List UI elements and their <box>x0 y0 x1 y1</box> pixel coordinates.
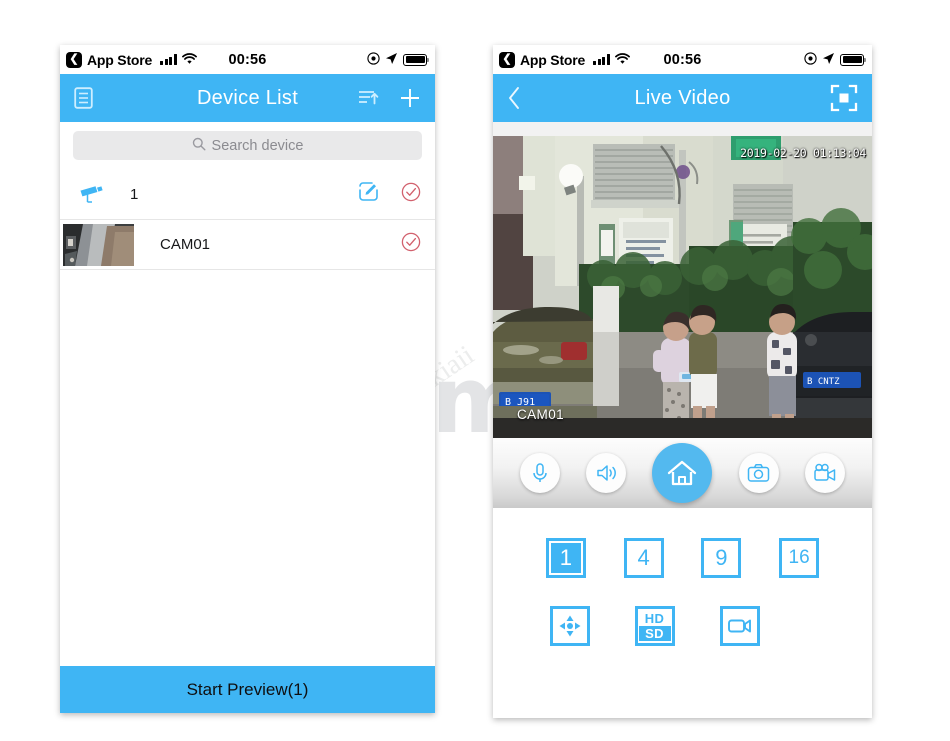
screenshot-canvas: Yum ® http://yumikiaii ❮ App Store 00:56 <box>0 0 950 741</box>
speaker-button[interactable] <box>586 453 627 493</box>
fullscreen-expand-icon[interactable] <box>830 84 858 112</box>
layout-4-button[interactable]: 4 <box>623 538 664 578</box>
ptz-button[interactable] <box>549 606 590 646</box>
quality-hd-label[interactable]: HD <box>645 611 664 626</box>
list-empty-area <box>60 270 435 650</box>
record-button[interactable] <box>804 453 845 493</box>
video-top-gap <box>493 122 872 136</box>
video-camera-icon <box>727 619 751 633</box>
layout-9-button[interactable]: 9 <box>701 538 742 578</box>
table-row[interactable]: CAM01 <box>60 220 435 270</box>
device-list: 1 CAM01 <box>60 169 435 650</box>
check-circle-icon[interactable] <box>401 182 421 207</box>
list-menu-icon[interactable] <box>74 87 93 109</box>
status-bar-clock: 00:56 <box>228 51 267 68</box>
plus-icon[interactable] <box>399 87 421 109</box>
sort-ascending-icon[interactable] <box>358 89 379 107</box>
edit-pencil-icon[interactable] <box>358 181 379 207</box>
layout-mode-panel: 1 4 9 16 HD SD <box>493 508 872 646</box>
search-input[interactable]: Search device <box>73 131 422 160</box>
live-video-navbar: Live Video <box>493 74 872 122</box>
battery-full-icon <box>840 53 866 66</box>
quality-button[interactable]: HD SD <box>634 606 675 646</box>
check-circle-icon[interactable] <box>401 232 421 257</box>
layout-mode-row-2: HD SD <box>493 606 872 646</box>
status-bar-clock: 00:56 <box>663 51 702 68</box>
layout-mode-row-1: 1 4 9 16 <box>493 538 872 578</box>
snapshot-button[interactable] <box>738 453 779 493</box>
live-video-screen: ❮ App Store 00:56 Live Video B J91 B CNT… <box>493 45 872 718</box>
live-video-player[interactable]: B J91 B CNTZ 2019-02-20 01:13:04 CAM01 <box>493 136 872 438</box>
microphone-button[interactable] <box>520 453 561 493</box>
video-timestamp-overlay: 2019-02-20 01:13:04 <box>740 146 866 160</box>
device-list-navbar: Device List <box>60 74 435 122</box>
search-area: Search device <box>60 122 435 169</box>
table-row[interactable]: 1 <box>60 169 435 220</box>
list-item-label: CAM01 <box>160 236 211 253</box>
device-list-screen: ❮ App Store 00:56 Device List Search dev… <box>60 45 435 713</box>
camera-thumbnail <box>63 223 134 266</box>
search-icon <box>192 137 206 155</box>
start-preview-button[interactable]: Start Preview(1) <box>60 666 435 713</box>
layout-16-button[interactable]: 16 <box>779 538 820 578</box>
search-placeholder: Search device <box>211 137 304 154</box>
list-item-label: 1 <box>130 185 139 203</box>
status-bar-right: ❮ App Store 00:56 <box>493 45 872 74</box>
cctv-camera-icon <box>78 184 122 204</box>
playback-button[interactable] <box>719 606 760 646</box>
directional-pad-icon <box>559 615 580 637</box>
chevron-left-icon[interactable] <box>507 86 521 110</box>
battery-full-icon <box>403 53 429 66</box>
quality-sd-label[interactable]: SD <box>638 626 671 641</box>
layout-1-button[interactable]: 1 <box>545 538 586 578</box>
svg-text:B CNTZ: B CNTZ <box>807 377 840 387</box>
page-title: Live Video <box>634 86 731 109</box>
video-channel-label: CAM01 <box>517 407 565 422</box>
home-button[interactable] <box>652 443 713 503</box>
status-bar-left: ❮ App Store 00:56 <box>60 45 435 74</box>
video-control-bar <box>493 438 872 508</box>
